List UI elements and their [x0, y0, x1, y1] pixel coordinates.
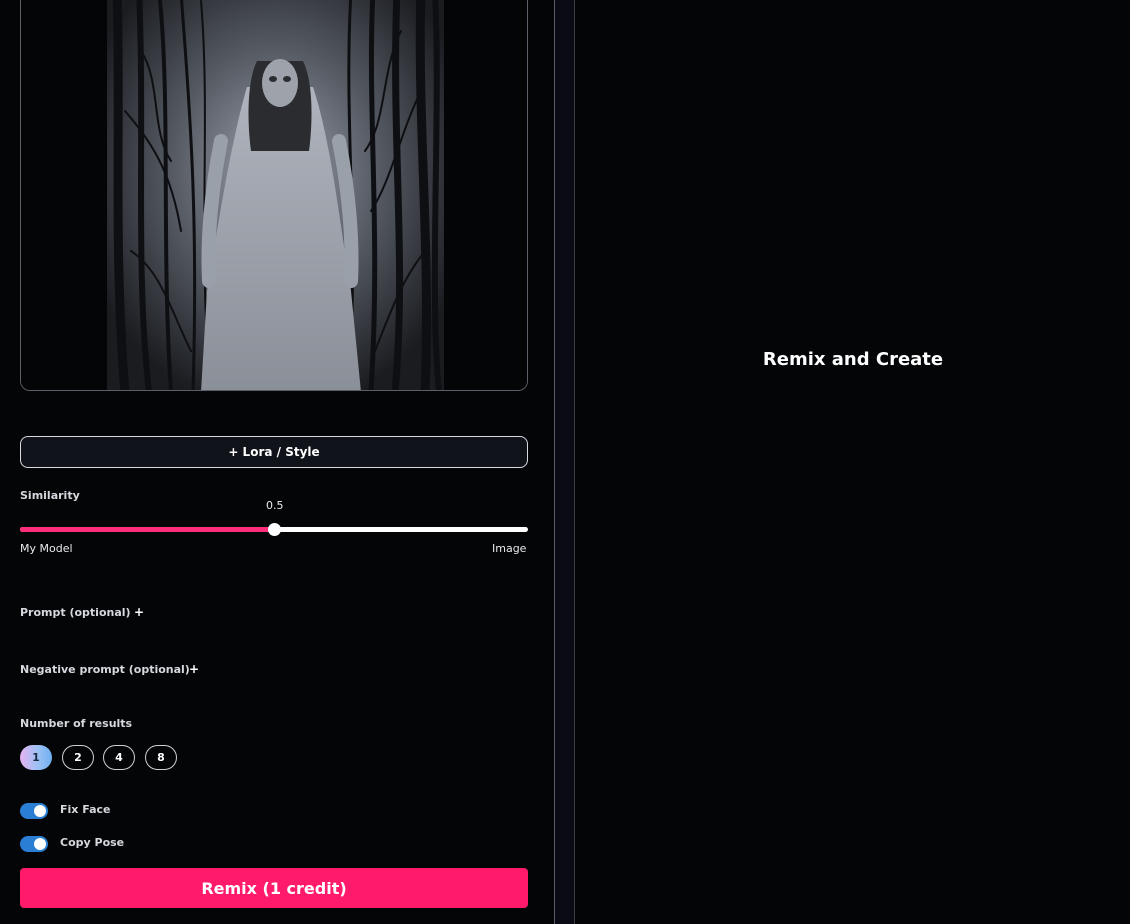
negative-prompt-toggle[interactable]: Negative prompt (optional) [20, 663, 190, 676]
panel-divider [555, 0, 575, 924]
similarity-slider[interactable] [20, 523, 528, 536]
results-option-1[interactable]: 1 [20, 745, 52, 770]
results-option-2[interactable]: 2 [62, 745, 94, 770]
toggle-knob [34, 838, 46, 850]
fix-face-toggle[interactable] [20, 803, 48, 819]
toggle-knob [34, 805, 46, 817]
results-option-4[interactable]: 4 [103, 745, 135, 770]
similarity-slider-fill [20, 527, 274, 532]
results-option-8[interactable]: 8 [145, 745, 177, 770]
add-lora-style-button[interactable]: + Lora / Style [20, 436, 528, 468]
fix-face-label: Fix Face [60, 803, 111, 816]
copy-pose-label: Copy Pose [60, 836, 125, 849]
prompt-expand-icon[interactable]: + [134, 605, 144, 619]
similarity-slider-thumb[interactable] [268, 523, 281, 536]
ghost-girl-image [21, 0, 527, 390]
similarity-value: 0.5 [266, 499, 284, 512]
results-placeholder-title: Remix and Create [762, 349, 944, 370]
results-panel: Remix and Create [574, 0, 1130, 924]
negative-prompt-expand-icon[interactable]: + [189, 662, 199, 676]
similarity-max-label: Image [492, 542, 527, 555]
similarity-label: Similarity [20, 489, 80, 502]
prompt-toggle[interactable]: Prompt (optional) [20, 606, 131, 619]
number-of-results-label: Number of results [20, 717, 133, 730]
remix-button[interactable]: Remix (1 credit) [20, 868, 528, 908]
similarity-min-label: My Model [20, 542, 73, 555]
copy-pose-toggle[interactable] [20, 836, 48, 852]
remix-settings-panel: + Lora / Style Similarity 0.5 My Model I… [0, 0, 555, 924]
source-image[interactable] [20, 0, 528, 391]
